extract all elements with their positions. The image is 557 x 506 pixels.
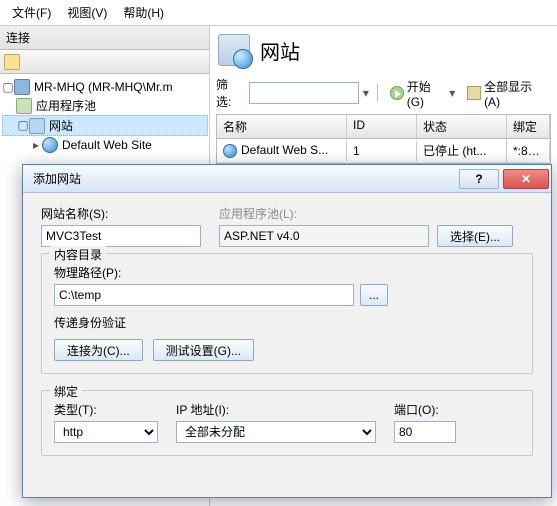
ip-select[interactable]: 全部未分配	[176, 421, 376, 443]
collapse-icon[interactable]: ▢	[17, 118, 29, 133]
show-all-button[interactable]: 全部显示(A)	[463, 77, 551, 110]
menubar: 文件(F) 视图(V) 帮助(H)	[0, 0, 557, 26]
expand-icon[interactable]: ▸	[30, 138, 42, 153]
tree-default-site[interactable]: ▸ Default Web Site	[2, 136, 208, 154]
cell-name-text: Default Web S...	[241, 143, 328, 157]
site-name-input[interactable]	[41, 225, 201, 247]
connect-as-button[interactable]: 连接为(C)...	[54, 339, 143, 361]
add-website-dialog: 添加网站 ? ✕ 网站名称(S): 应用程序池(L): 选择(E)... 内容目…	[22, 164, 552, 498]
page-title: 网站	[260, 36, 300, 65]
dropdown-icon: ▾	[449, 86, 455, 100]
col-name[interactable]: 名称	[217, 115, 347, 138]
browse-button[interactable]: ...	[360, 284, 388, 306]
tree-default-site-label: Default Web Site	[62, 138, 152, 152]
start-button-label: 开始(G)	[407, 78, 448, 109]
filter-bar: 筛选: ▾ 开始(G) ▾ 全部显示(A)	[216, 76, 551, 110]
dialog-titlebar[interactable]: 添加网站 ? ✕	[23, 165, 551, 193]
tree-server-label: MR-MHQ (MR-MHQ\Mr.m	[34, 80, 173, 94]
grid-header: 名称 ID 状态 绑定	[217, 115, 550, 139]
col-id[interactable]: ID	[347, 115, 417, 138]
binding-fieldset: 绑定 类型(T): http IP 地址(I): 全部未分配 端口(O):	[41, 390, 533, 456]
tree-app-pools[interactable]: 应用程序池	[2, 96, 208, 115]
play-icon	[390, 86, 404, 100]
content-dir-fieldset: 内容目录 物理路径(P): ... 传递身份验证 连接为(C)... 测试设置(…	[41, 253, 533, 374]
ip-label: IP 地址(I):	[176, 401, 376, 418]
cell-status: 已停止 (ht...	[417, 139, 507, 162]
sites-icon	[29, 118, 45, 134]
pass-auth-label: 传递身份验证	[54, 314, 520, 331]
type-select[interactable]: http	[54, 421, 158, 443]
menu-help[interactable]: 帮助(H)	[115, 2, 172, 23]
binding-legend: 绑定	[50, 383, 82, 400]
globe-icon	[223, 144, 237, 158]
menu-view[interactable]: 视图(V)	[59, 2, 115, 23]
physical-path-label: 物理路径(P):	[54, 264, 520, 281]
connections-tree: ▢ MR-MHQ (MR-MHQ\Mr.m 应用程序池 ▢ 网站 ▸ Defau…	[0, 74, 210, 158]
tree-app-pools-label: 应用程序池	[36, 97, 96, 114]
select-pool-button[interactable]: 选择(E)...	[437, 225, 513, 247]
close-button[interactable]: ✕	[503, 169, 549, 189]
collapse-icon[interactable]: ▢	[2, 80, 14, 95]
globe-icon	[42, 137, 58, 153]
sites-header-icon	[218, 34, 250, 66]
separator	[377, 84, 378, 102]
cell-binding: *:80 (http	[507, 141, 550, 161]
dialog-title: 添加网站	[33, 170, 457, 187]
dropdown-icon[interactable]: ▾	[363, 86, 369, 100]
tree-sites-label: 网站	[49, 117, 73, 134]
start-button[interactable]: 开始(G) ▾	[386, 77, 459, 110]
physical-path-input[interactable]	[54, 284, 354, 306]
show-all-icon	[467, 86, 481, 100]
cell-name: Default Web S...	[217, 140, 347, 161]
server-icon	[14, 79, 30, 95]
app-pool-input	[219, 225, 429, 247]
connections-toolbar	[0, 50, 209, 74]
port-label: 端口(O):	[394, 401, 456, 418]
type-label: 类型(T):	[54, 401, 158, 418]
refresh-icon[interactable]	[4, 54, 20, 70]
col-status[interactable]: 状态	[417, 115, 507, 138]
sites-grid: 名称 ID 状态 绑定 Default Web S... 1 已停止 (ht..…	[216, 114, 551, 164]
content-dir-legend: 内容目录	[50, 246, 106, 263]
menu-file[interactable]: 文件(F)	[4, 2, 59, 23]
test-settings-button[interactable]: 测试设置(G)...	[153, 339, 254, 361]
col-binding[interactable]: 绑定	[507, 115, 550, 138]
table-row[interactable]: Default Web S... 1 已停止 (ht... *:80 (http	[217, 139, 550, 163]
app-pool-label: 应用程序池(L):	[219, 205, 513, 222]
site-name-label: 网站名称(S):	[41, 205, 201, 222]
tree-server-node[interactable]: ▢ MR-MHQ (MR-MHQ\Mr.m	[2, 78, 208, 96]
tree-sites[interactable]: ▢ 网站	[2, 115, 208, 136]
help-button[interactable]: ?	[459, 169, 499, 189]
app-pool-icon	[16, 98, 32, 114]
show-all-label: 全部显示(A)	[484, 78, 547, 109]
port-input[interactable]	[394, 421, 456, 443]
filter-label: 筛选:	[216, 76, 243, 110]
connections-panel-title: 连接	[0, 26, 209, 50]
cell-id: 1	[347, 141, 417, 161]
filter-input[interactable]	[249, 82, 359, 104]
